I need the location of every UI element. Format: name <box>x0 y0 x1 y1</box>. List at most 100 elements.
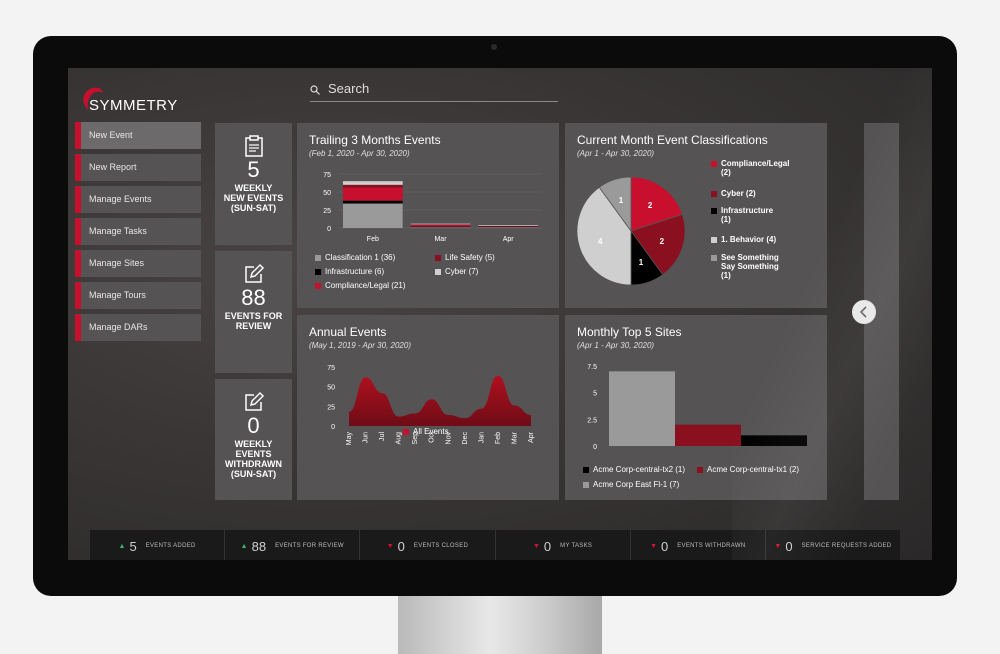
legend-label: Infrastructure (1) <box>711 206 773 224</box>
x-tick-label: May <box>346 432 353 446</box>
y-tick-label: 25 <box>323 208 331 215</box>
legend-item: Cyber (2) <box>711 189 756 198</box>
sidebar-item-manage-sites[interactable]: Manage Sites <box>75 250 201 277</box>
footer-stat-value: 0 <box>543 538 552 554</box>
footer-stat[interactable]: ▼ 0 MY TASKS <box>496 530 631 560</box>
legend-swatch <box>583 466 589 473</box>
sidebar-item-manage-tasks[interactable]: Manage Tasks <box>75 218 201 245</box>
slice-label: 2 <box>660 237 665 246</box>
stat-label-line: WITHDRAWN <box>225 459 282 469</box>
arrow-down-icon: ▼ <box>774 542 782 550</box>
footer-stat-label: EVENTS WITHDRAWN <box>677 543 746 549</box>
stat-value: 0 <box>247 413 260 438</box>
y-tick-label: 0 <box>331 424 335 431</box>
search-bar[interactable] <box>310 80 558 102</box>
x-tick-label: Mar <box>434 236 447 243</box>
footer-stat[interactable]: ▲ 5 EVENTS ADDED <box>90 530 226 560</box>
bar-segment <box>343 200 403 204</box>
footer-stat-value: 5 <box>129 538 137 554</box>
monitor-stand <box>398 596 602 654</box>
bar-segment <box>343 203 403 228</box>
footer-stat[interactable]: ▼ 0 EVENTS CLOSED <box>360 530 496 560</box>
search-input[interactable] <box>328 81 548 96</box>
legend-item: All Events <box>403 427 449 436</box>
legend-label: Classification 1 (36) <box>325 253 396 262</box>
sidebar-item-new-report[interactable]: New Report <box>75 154 201 181</box>
footer-stat[interactable]: ▼ 0 SERVICE REQUESTS ADDED <box>766 530 900 560</box>
bar-segment <box>478 227 538 228</box>
legend-item: Acme Corp-central-tx1 (2) <box>697 465 799 474</box>
legend-label: Cyber (7) <box>445 267 479 276</box>
legend-item: Compliance/Legal (2) <box>711 159 789 177</box>
legend-swatch <box>435 268 441 275</box>
clipboard-icon <box>244 135 263 157</box>
legend-label-line: Compliance/Legal <box>721 159 790 168</box>
stat-weekly-new-events[interactable]: 5 WEEKLY NEW EVENTS (SUN-SAT) <box>215 123 292 245</box>
footer-stat[interactable]: ▲ 88 EVENTS FOR REVIEW <box>225 530 361 560</box>
legend-item: Cyber (7) <box>435 267 478 276</box>
y-tick-label: 0 <box>327 226 331 233</box>
stat-label-line: EVENTS FOR <box>224 311 283 321</box>
bar-segment <box>343 184 403 188</box>
legend-label: Cyber (2) <box>711 189 756 198</box>
legend-swatch <box>403 428 409 435</box>
legend-label: All Events <box>413 427 449 436</box>
bar-segment <box>410 224 471 226</box>
y-tick-label: 7.5 <box>587 364 597 371</box>
legend-label: Acme Corp East Fl-1 (7) <box>593 480 680 489</box>
chevron-left-icon <box>859 306 867 318</box>
footer-stat[interactable]: ▼ 0 EVENTS WITHDRAWN <box>631 530 766 560</box>
y-tick-label: 0 <box>593 444 597 451</box>
arrow-down-icon: ▼ <box>532 542 540 550</box>
legend-item: Acme Corp-central-tx2 (1) <box>583 465 685 474</box>
sidebar-item-manage-events[interactable]: Manage Events <box>75 186 201 213</box>
x-tick-label: Apr <box>503 236 515 243</box>
bar-segment <box>478 226 538 228</box>
bar-segment <box>410 225 471 227</box>
carousel-prev-button[interactable] <box>852 300 876 324</box>
bar-segment <box>343 181 403 185</box>
stat-label-line: (SUN-SAT) <box>230 203 277 213</box>
chart-panel-trailing-3-months: Trailing 3 Months Events (Feb 1, 2020 - … <box>297 123 559 308</box>
stat-label-line: EVENTS <box>235 449 272 459</box>
legend-label-line: Infrastructure <box>721 206 774 215</box>
stat-weekly-events-withdrawn[interactable]: 0 WEEKLY EVENTS WITHDRAWN (SUN-SAT) <box>215 379 292 500</box>
legend-item: Classification 1 (36) <box>315 253 395 262</box>
footer-stat-value: 0 <box>661 538 669 554</box>
legend-label: Infrastructure (6) <box>325 267 385 276</box>
x-tick-label: Jan <box>478 432 485 443</box>
stat-label-line: (SUN-SAT) <box>230 469 277 479</box>
legend-item: Acme Corp East Fl-1 (7) <box>583 480 679 489</box>
legend-swatch <box>315 254 321 261</box>
webcam <box>491 44 497 50</box>
footer-stat-label: EVENTS CLOSED <box>413 543 469 549</box>
x-tick-label: Mar <box>511 431 518 444</box>
stat-label-line: WEEKLY <box>234 439 273 449</box>
bar-segment <box>410 226 471 228</box>
slice-label: 1 <box>619 196 624 205</box>
app-screen: SYMMETRY New Event New Report Manage Eve… <box>68 68 932 560</box>
legend-item: 1. Behavior (4) <box>711 235 776 244</box>
footer-stat-label: MY TASKS <box>560 543 593 549</box>
legend-item: See Something Say Something (1) <box>711 253 779 280</box>
x-tick-label: Aug <box>396 432 403 445</box>
x-tick-label: Dec <box>462 432 469 445</box>
footer-stat-value: 0 <box>785 538 793 554</box>
legend-swatch <box>711 191 717 197</box>
sidebar-item-manage-tours[interactable]: Manage Tours <box>75 282 201 309</box>
chart-panel-month-classifications: Current Month Event Classifications (Apr… <box>565 123 827 308</box>
y-tick-label: 5 <box>593 391 597 398</box>
sidebar-item-new-event[interactable]: New Event <box>75 122 201 149</box>
stat-events-for-review[interactable]: 88 EVENTS FOR REVIEW <box>215 251 292 373</box>
app-logo: SYMMETRY <box>76 80 186 116</box>
x-tick-label: Feb <box>367 236 379 243</box>
chart-panel-top-sites: Monthly Top 5 Sites (Apr 1 - Apr 30, 202… <box>565 315 827 500</box>
sidebar-item-manage-dars[interactable]: Manage DARs <box>75 314 201 341</box>
edit-icon <box>244 263 264 283</box>
bar-segment <box>343 187 403 201</box>
y-tick-label: 50 <box>323 190 331 197</box>
legend-swatch <box>315 268 321 275</box>
sidebar-nav: New Event New Report Manage Events Manag… <box>75 122 201 346</box>
x-tick-label: Jun <box>363 432 370 443</box>
legend-swatch <box>711 255 717 261</box>
